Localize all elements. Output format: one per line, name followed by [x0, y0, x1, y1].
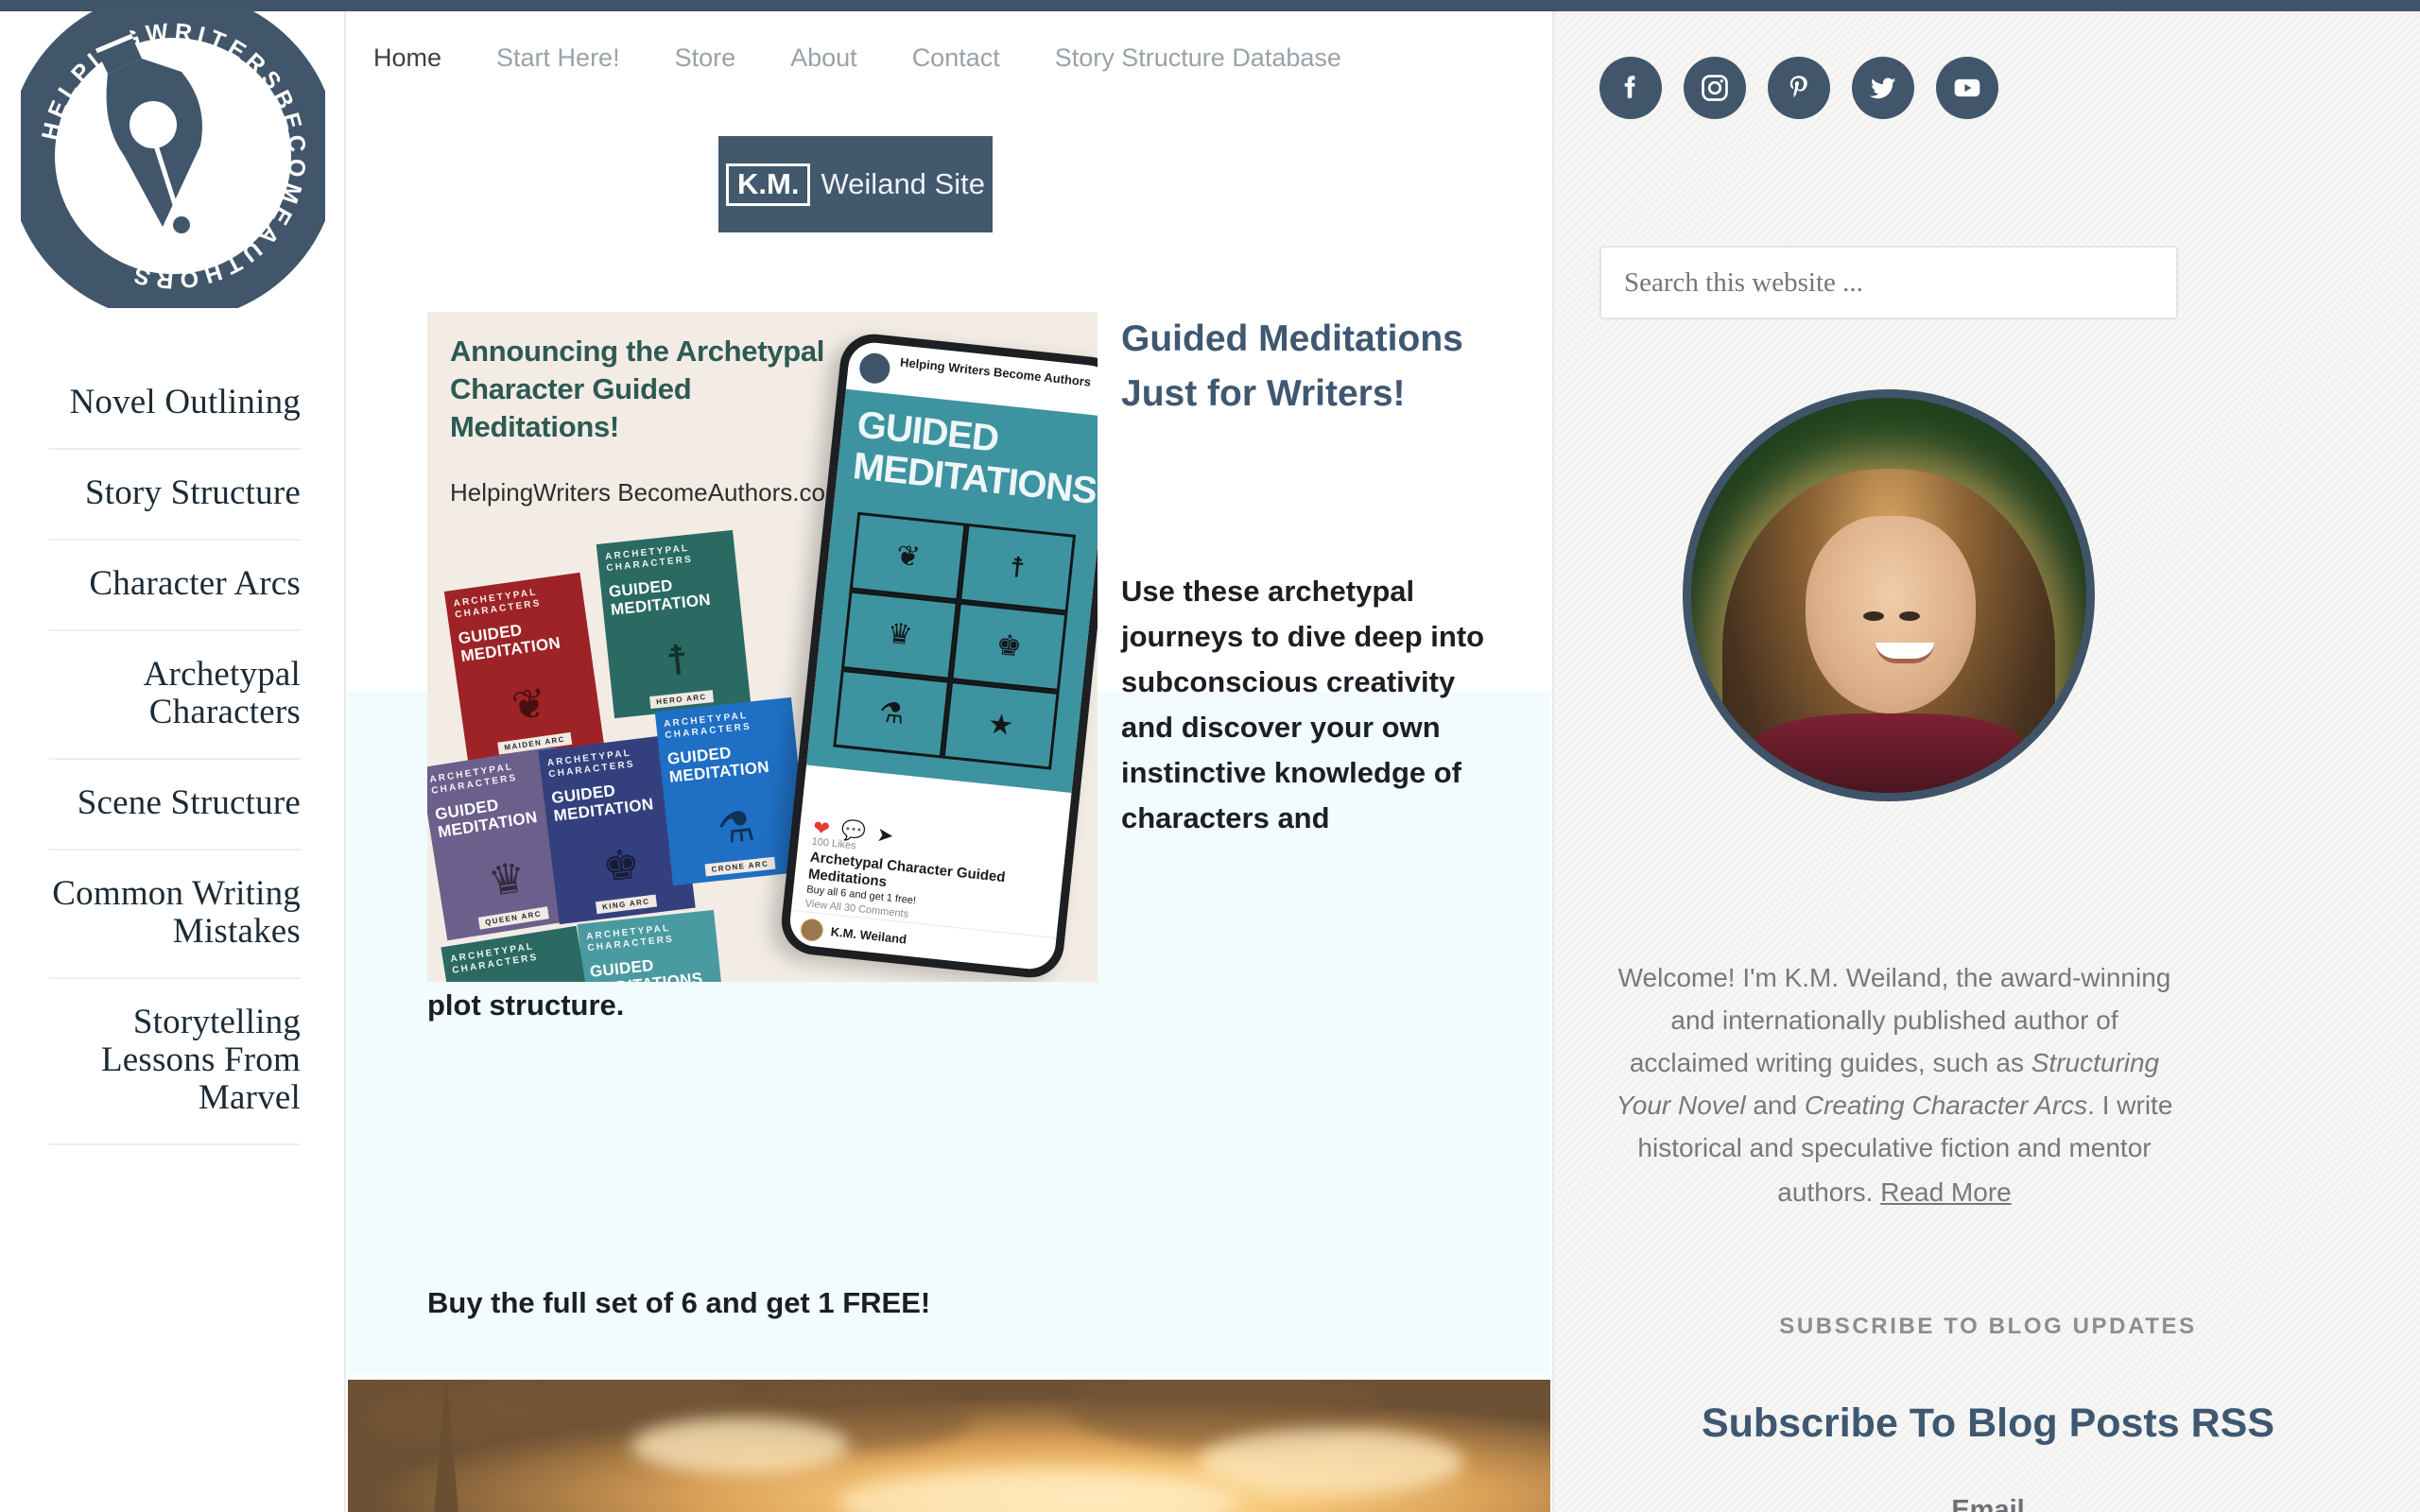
sidebar-item-novel-outlining[interactable]: Novel Outlining	[49, 359, 301, 450]
phone-account-handle: Helping Writers Become Authors	[899, 354, 1092, 389]
promo-subline: Buy the full set of 6 and get 1 FREE!	[427, 1286, 931, 1319]
arc-card-kicker: ARCHETYPAL CHARACTERS	[604, 542, 694, 575]
sword-icon: ☨	[664, 636, 692, 685]
grid-crown-icon: ♛	[840, 590, 959, 680]
bio-book-title-2: Creating Character Arcs	[1804, 1091, 2088, 1120]
phone-account-avatar	[857, 352, 891, 386]
top-accent-bar	[0, 0, 2420, 11]
tab-contact[interactable]: Contact	[912, 43, 1031, 73]
potion-icon: ⚗	[715, 802, 757, 853]
sidebar-item-story-structure[interactable]: Story Structure	[49, 450, 301, 541]
grid-potion-icon: ⚗	[833, 668, 951, 759]
email-field-label: Email	[1951, 1495, 2025, 1512]
pinterest-icon[interactable]	[1768, 57, 1830, 119]
km-weiland-site-button[interactable]: K.M. Weiland Site	[718, 136, 993, 232]
tab-store[interactable]: Store	[675, 43, 768, 73]
sidebar-item-scene-structure[interactable]: Scene Structure	[49, 760, 301, 850]
avatar-smile	[1875, 643, 1934, 664]
author-avatar	[1683, 389, 2095, 801]
search-box[interactable]	[1599, 246, 2178, 319]
author-bio: Welcome! I'm K.M. Weiland, the award-win…	[1611, 956, 2178, 1213]
km-site-label: Weiland Site	[821, 167, 985, 200]
phone-screen: Helping Writers Become Authors GUIDED ME…	[787, 340, 1098, 971]
promo-body-column: Use these archetypal journeys to dive de…	[1121, 575, 1485, 834]
main-content-column: Home Start Here! Store About Contact Sto…	[348, 11, 1550, 1512]
promo-block: Announcing the Archetypal Character Guid…	[348, 265, 1550, 1512]
subscribe-rss-heading: Subscribe To Blog Posts RSS	[1701, 1400, 2275, 1446]
spire-silhouette	[433, 1380, 459, 1512]
featured-post-image[interactable]	[348, 1380, 1550, 1512]
arc-card-title: GUIDED MEDITATIONS	[589, 955, 703, 982]
avatar-eye-right	[1899, 610, 1921, 621]
km-initials-badge: K.M.	[726, 163, 811, 206]
left-nav: Novel Outlining Story Structure Characte…	[49, 359, 301, 1145]
phone-post-image: GUIDED MEDITATIONS ❦ ☨ ♛ ♚ ⚗ ★	[806, 388, 1098, 794]
tab-story-structure-database[interactable]: Story Structure Database	[1055, 43, 1341, 73]
read-more-link[interactable]: Read More	[1880, 1171, 2012, 1213]
avatar-eye-left	[1863, 610, 1885, 621]
phone-author-avatar	[799, 917, 825, 942]
facebook-icon[interactable]	[1599, 57, 1662, 119]
avatar-face	[1806, 516, 1976, 714]
butterfly-icon: ❦	[509, 679, 550, 730]
arc-card-hero: ARCHETYPAL CHARACTERS GUIDED MEDITATION …	[596, 529, 752, 719]
phone-post-headline: GUIDED MEDITATIONS	[851, 404, 1098, 512]
avatar-shoulders	[1754, 713, 2024, 793]
tab-about[interactable]: About	[790, 43, 889, 73]
arc-card-title: GUIDED MEDITATION	[457, 621, 562, 666]
social-links	[1599, 57, 1998, 119]
arc-card-maiden: ARCHETYPAL CHARACTERS GUIDED MEDITATION …	[443, 572, 605, 765]
search-input[interactable]	[1601, 248, 2176, 318]
arc-card-crone: ARCHETYPAL CHARACTERS GUIDED MEDITATION …	[654, 696, 810, 886]
arc-card-label: CRONE ARC	[704, 856, 776, 877]
promo-image[interactable]: Announcing the Archetypal Character Guid…	[427, 312, 1098, 982]
phone-caption-title: Archetypal Character Guided Meditations	[807, 849, 1007, 891]
promo-image-url: HelpingWriters BecomeAuthors.com	[450, 478, 846, 507]
sidebar-item-archetypal-characters[interactable]: Archetypal Characters	[49, 631, 301, 760]
grid-butterfly-icon: ❦	[849, 511, 967, 602]
arc-card-title: GUIDED MEDITATION	[666, 743, 770, 786]
grid-star-icon: ★	[942, 679, 1060, 770]
sidebar-item-storytelling-lessons-from-marvel[interactable]: Storytelling Lessons From Marvel	[49, 979, 301, 1145]
twitter-icon[interactable]	[1852, 57, 1914, 119]
phone-icon-grid: ❦ ☨ ♛ ♚ ⚗ ★	[833, 511, 1077, 770]
arc-card-label: QUEEN ARC	[477, 906, 549, 930]
tab-home[interactable]: Home	[373, 43, 473, 73]
grid-sword-icon: ☨	[959, 523, 1077, 613]
tab-start-here[interactable]: Start Here!	[496, 43, 651, 73]
arc-card-kicker: ARCHETYPAL CHARACTERS	[585, 922, 675, 954]
instagram-icon[interactable]	[1684, 57, 1746, 119]
arc-card-kicker: ARCHETYPAL CHARACTERS	[449, 941, 540, 976]
right-sidebar: Welcome! I'm K.M. Weiland, the award-win…	[1552, 11, 2420, 1512]
arc-card-mage: ARCHETYPAL CHARACTERS GUIDED MEDITATIONS	[577, 909, 733, 982]
youtube-icon[interactable]	[1936, 57, 1998, 119]
promo-heading: Guided Meditations Just for Writers!	[1121, 318, 1463, 414]
promo-image-title: Announcing the Archetypal Character Guid…	[450, 335, 825, 443]
grid-crown2-icon: ♚	[950, 601, 1068, 692]
arc-card-title: GUIDED MEDITATION	[608, 576, 712, 619]
promo-body-continued: plot structure.	[427, 988, 625, 1022]
sidebar-item-character-arcs[interactable]: Character Arcs	[49, 541, 301, 631]
subscribe-widget-title: SUBSCRIBE TO BLOG UPDATES	[1779, 1314, 2197, 1339]
bio-joiner: and	[1745, 1091, 1805, 1120]
site-logo[interactable]: HELPINGWRITERSBECOMEAUTHORS	[21, 4, 325, 308]
top-nav: Home Start Here! Store About Contact Sto…	[373, 43, 1341, 73]
phone-author-name: K.M. Weiland	[830, 924, 908, 947]
arc-card-kicker: ARCHETYPAL CHARACTERS	[663, 710, 752, 742]
arc-card-label: KING ARC	[595, 894, 658, 915]
left-sidebar: HELPINGWRITERSBECOMEAUTHORS Novel Outlin…	[0, 4, 346, 1512]
sidebar-item-common-writing-mistakes[interactable]: Common Writing Mistakes	[49, 850, 301, 979]
